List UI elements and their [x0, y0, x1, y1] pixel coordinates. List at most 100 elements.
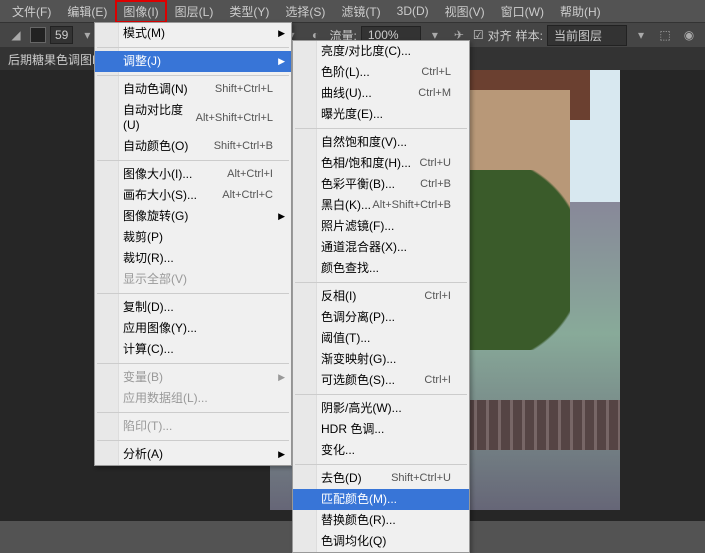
menu-separator	[97, 47, 289, 48]
menu-item-label: 色相/饱和度(H)...	[321, 156, 411, 171]
submenu-arrow-icon: ▶	[278, 370, 285, 385]
menu-item[interactable]: 分析(A) ▶	[95, 444, 291, 465]
menu-item-label: 裁剪(P)	[123, 230, 163, 245]
menu-item-label: 变化...	[321, 443, 355, 458]
menu-item[interactable]: 黑白(K)...Alt+Shift+Ctrl+B	[293, 195, 469, 216]
menu-item-label: 匹配颜色(M)...	[321, 492, 397, 507]
menu-item[interactable]: 匹配颜色(M)...	[293, 489, 469, 510]
menu-item[interactable]: 裁切(R)...	[95, 248, 291, 269]
menu-item[interactable]: 阈值(T)...	[293, 328, 469, 349]
menu-item-label: 陷印(T)...	[123, 419, 172, 434]
menu-item[interactable]: 色彩平衡(B)...Ctrl+B	[293, 174, 469, 195]
menubar-item[interactable]: 类型(Y)	[221, 0, 277, 23]
menu-item-label: 分析(A)	[123, 447, 163, 462]
menu-shortcut: Shift+Ctrl+B	[214, 139, 273, 154]
menu-item[interactable]: 反相(I)Ctrl+I	[293, 286, 469, 307]
menubar-item[interactable]: 选择(S)	[277, 0, 333, 23]
menubar-item[interactable]: 窗口(W)	[493, 0, 552, 23]
menu-item[interactable]: 裁剪(P)	[95, 227, 291, 248]
menu-item-label: 去色(D)	[321, 471, 362, 486]
menu-separator	[97, 363, 289, 364]
menu-item-label: 阴影/高光(W)...	[321, 401, 402, 416]
swatch[interactable]	[30, 27, 46, 43]
menu-item-label: 变量(B)	[123, 370, 163, 385]
menu-shortcut: Alt+Shift+Ctrl+L	[196, 111, 273, 126]
submenu-arrow-icon: ▶	[278, 54, 285, 69]
menu-item-label: 应用图像(Y)...	[123, 321, 197, 336]
menu-item-label: 模式(M)	[123, 26, 165, 41]
submenu-arrow-icon: ▶	[278, 26, 285, 41]
menu-item[interactable]: 图像大小(I)... Alt+Ctrl+I	[95, 164, 291, 185]
menu-item[interactable]: 色阶(L)...Ctrl+L	[293, 62, 469, 83]
menu-item[interactable]: 阴影/高光(W)...	[293, 398, 469, 419]
menu-item-label: 照片滤镜(F)...	[321, 219, 394, 234]
menu-item[interactable]: 颜色查找...	[293, 258, 469, 279]
menu-shortcut: Alt+Ctrl+I	[227, 167, 273, 182]
settings-icon[interactable]: ⬚	[655, 25, 675, 45]
menubar-item[interactable]: 帮助(H)	[552, 0, 609, 23]
brush-size[interactable]: 59	[50, 26, 73, 44]
menu-item: 应用数据组(L)...	[95, 388, 291, 409]
menu-item-label: 曝光度(E)...	[321, 107, 383, 122]
menu-separator	[97, 412, 289, 413]
menu-item-label: 渐变映射(G)...	[321, 352, 396, 367]
menubar-item[interactable]: 图层(L)	[167, 0, 222, 23]
menubar: 文件(F)编辑(E)图像(I)图层(L)类型(Y)选择(S)滤镜(T)3D(D)…	[0, 0, 705, 22]
menu-item[interactable]: 变化...	[293, 440, 469, 461]
menu-item[interactable]: 色调均化(Q)	[293, 531, 469, 552]
menu-item[interactable]: 曲线(U)...Ctrl+M	[293, 83, 469, 104]
menu-item[interactable]: 亮度/对比度(C)...	[293, 41, 469, 62]
menu-item[interactable]: 调整(J)▶	[95, 51, 291, 72]
menu-item-label: HDR 色调...	[321, 422, 384, 437]
tab-title: 后期糖果色调图H	[8, 51, 101, 68]
menu-item[interactable]: 自动色调(N) Shift+Ctrl+L	[95, 79, 291, 100]
menubar-item[interactable]: 滤镜(T)	[333, 0, 388, 23]
sample-label: 样本:	[516, 27, 543, 44]
align-label[interactable]: 对齐	[488, 27, 512, 44]
sample-dropdown[interactable]: 当前图层	[547, 25, 627, 46]
menu-item[interactable]: 自动颜色(O)Shift+Ctrl+B	[95, 136, 291, 157]
menu-item[interactable]: 色调分离(P)...	[293, 307, 469, 328]
menu-item-label: 自动色调(N)	[123, 82, 188, 97]
menu-item-label: 色阶(L)...	[321, 65, 370, 80]
menu-item[interactable]: 自动对比度(U)Alt+Shift+Ctrl+L	[95, 100, 291, 136]
menubar-item[interactable]: 图像(I)	[115, 0, 166, 23]
menu-item-label: 可选颜色(S)...	[321, 373, 395, 388]
menu-item-label: 亮度/对比度(C)...	[321, 44, 411, 59]
menu-item-label: 自动对比度(U)	[123, 103, 196, 133]
menu-item-label: 自然饱和度(V)...	[321, 135, 407, 150]
menu-item[interactable]: 可选颜色(S)... Ctrl+I	[293, 370, 469, 391]
menu-shortcut: Ctrl+I	[424, 373, 451, 388]
menu-shortcut: Ctrl+M	[418, 86, 451, 101]
menu-separator	[97, 440, 289, 441]
menu-item[interactable]: 去色(D) Shift+Ctrl+U	[293, 468, 469, 489]
menu-item-label: 应用数据组(L)...	[123, 391, 208, 406]
menu-item[interactable]: 模式(M) ▶	[95, 23, 291, 44]
menu-item[interactable]: 应用图像(Y)...	[95, 318, 291, 339]
menu-shortcut: Shift+Ctrl+U	[391, 471, 451, 486]
menu-shortcut: Alt+Ctrl+C	[222, 188, 273, 203]
menu-shortcut: Shift+Ctrl+L	[215, 82, 273, 97]
menu-item[interactable]: 曝光度(E)...	[293, 104, 469, 125]
menu-item[interactable]: 照片滤镜(F)...	[293, 216, 469, 237]
menu-item[interactable]: HDR 色调...	[293, 419, 469, 440]
menubar-item[interactable]: 3D(D)	[389, 1, 437, 21]
menu-item[interactable]: 色相/饱和度(H)...Ctrl+U	[293, 153, 469, 174]
adjustments-submenu: 亮度/对比度(C)... 色阶(L)...Ctrl+L曲线(U)...Ctrl+M…	[292, 40, 470, 553]
menu-item[interactable]: 通道混合器(X)...	[293, 237, 469, 258]
menubar-item[interactable]: 文件(F)	[4, 0, 59, 23]
menu-item[interactable]: 渐变映射(G)...	[293, 349, 469, 370]
menu-item-label: 颜色查找...	[321, 261, 379, 276]
menu-item[interactable]: 画布大小(S)...Alt+Ctrl+C	[95, 185, 291, 206]
menu-item[interactable]: 计算(C)...	[95, 339, 291, 360]
dropdown-icon[interactable]: ▾	[631, 25, 651, 45]
menubar-item[interactable]: 编辑(E)	[59, 0, 115, 23]
menu-item-label: 显示全部(V)	[123, 272, 187, 287]
menu-item[interactable]: 图像旋转(G)▶	[95, 206, 291, 227]
pressure-size-icon[interactable]: ◉	[679, 25, 699, 45]
menu-item[interactable]: 复制(D)...	[95, 297, 291, 318]
menu-item[interactable]: 自然饱和度(V)...	[293, 132, 469, 153]
submenu-arrow-icon: ▶	[278, 447, 285, 462]
menubar-item[interactable]: 视图(V)	[437, 0, 493, 23]
menu-item-label: 图像大小(I)...	[123, 167, 192, 182]
